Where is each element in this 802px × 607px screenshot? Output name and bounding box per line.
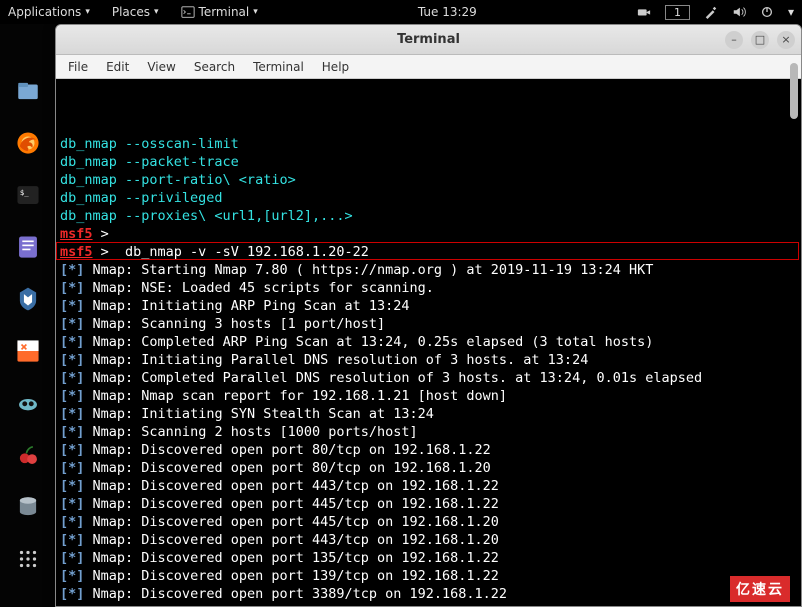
terminal-output-line: [*] Nmap: Completed ARP Ping Scan at 13:… [60,333,797,351]
apps-grid-icon[interactable] [11,542,45,576]
terminal-output-line: [*] Nmap: Discovered open port 443/tcp o… [60,477,797,495]
maximize-button[interactable]: □ [751,31,769,49]
firefox-icon[interactable] [11,126,45,160]
cherrytree-icon[interactable] [11,438,45,472]
terminal-titlebar[interactable]: Terminal – □ × [56,25,801,55]
terminal-output-line: db_nmap --packet-trace [60,153,797,171]
terminal-body[interactable]: db_nmap --osscan-limitdb_nmap --packet-t… [56,79,801,606]
terminal-output-line: [*] Nmap: Discovered open port 443/tcp o… [60,531,797,549]
terminal-output-line: [*] Nmap: Completed Parallel DNS resolut… [60,369,797,387]
system-menu-caret[interactable]: ▾ [788,5,794,19]
terminal-output-line: [*] Nmap: Nmap scan report for 192.168.1… [60,387,797,405]
terminal-output-line: db_nmap --proxies\ <url1,[url2],...> [60,207,797,225]
text-editor-icon[interactable] [11,230,45,264]
terminal-output-line: [*] Nmap: Discovered open port 3389/tcp … [60,585,797,603]
terminal-title: Terminal [397,32,460,47]
db-browser-icon[interactable] [11,490,45,524]
close-button[interactable]: × [777,31,795,49]
terminal-app-menu[interactable]: Terminal▾ [181,5,258,19]
terminal-output-line: [*] Nmap: NSE: Loaded 45 scripts for sca… [60,279,797,297]
terminal-output-line: [*] Nmap: Scanning 2 hosts [1000 ports/h… [60,423,797,441]
terminal-scrollbar[interactable] [789,63,799,606]
burp-icon[interactable] [11,334,45,368]
terminal-output-line: db_nmap --privileged [60,189,797,207]
files-icon[interactable] [11,74,45,108]
terminal-output-line: [*] Nmap: Discovered open port 445/tcp o… [60,513,797,531]
workspace-indicator[interactable]: 1 [665,5,690,20]
camera-icon[interactable] [637,5,651,19]
terminal-shortcut-icon[interactable]: $_ [11,178,45,212]
tool-icon[interactable] [704,5,718,19]
terminal-output-line: [*] Nmap: Discovered open port 445/tcp o… [60,495,797,513]
terminal-output-line: [*] Nmap: Discovered open port 49153/tcp… [60,603,797,606]
terminal-output-line: [*] Nmap: Initiating SYN Stealth Scan at… [60,405,797,423]
terminal-output-line: [*] Nmap: Initiating Parallel DNS resolu… [60,351,797,369]
menu-search[interactable]: Search [194,60,235,74]
terminal-icon [181,5,195,19]
ettercap-icon[interactable] [11,386,45,420]
terminal-output-line: [*] Nmap: Discovered open port 80/tcp on… [60,459,797,477]
terminal-output-line: [*] Nmap: Discovered open port 80/tcp on… [60,441,797,459]
terminal-output-line: db_nmap --port-ratio\ <ratio> [60,171,797,189]
menu-view[interactable]: View [147,60,175,74]
terminal-command-line: msf5 > db_nmap -v -sV 192.168.1.20-22 [60,243,797,261]
terminal-output-line: [*] Nmap: Scanning 3 hosts [1 port/host] [60,315,797,333]
terminal-app-label: Terminal [199,5,250,19]
volume-icon[interactable] [732,5,746,19]
clock[interactable]: Tue 13:29 [258,5,637,19]
terminal-output-line: db_nmap --osscan-limit [60,135,797,153]
terminal-output-line: [*] Nmap: Discovered open port 135/tcp o… [60,549,797,567]
system-tray: 1 ▾ [637,5,794,20]
terminal-output-line: [*] Nmap: Discovered open port 139/tcp o… [60,567,797,585]
system-topbar: Applications▾ Places▾ Terminal▾ Tue 13:2… [0,0,802,24]
menu-edit[interactable]: Edit [106,60,129,74]
terminal-window: Terminal – □ × File Edit View Search Ter… [55,24,802,607]
launcher-dock: $_ [0,24,55,607]
terminal-output-line: [*] Nmap: Starting Nmap 7.80 ( https://n… [60,261,797,279]
svg-text:$_: $_ [19,188,28,197]
menu-terminal[interactable]: Terminal [253,60,304,74]
scrollbar-thumb[interactable] [790,63,798,119]
terminal-prompt-line: msf5 > [60,225,797,243]
places-label: Places [112,5,150,19]
metasploit-icon[interactable] [11,282,45,316]
menu-help[interactable]: Help [322,60,349,74]
terminal-output-line: [*] Nmap: Initiating ARP Ping Scan at 13… [60,297,797,315]
menu-file[interactable]: File [68,60,88,74]
minimize-button[interactable]: – [725,31,743,49]
terminal-menubar: File Edit View Search Terminal Help [56,55,801,79]
applications-label: Applications [8,5,81,19]
applications-menu[interactable]: Applications▾ [8,5,90,19]
places-menu[interactable]: Places▾ [112,5,159,19]
power-icon[interactable] [760,5,774,19]
